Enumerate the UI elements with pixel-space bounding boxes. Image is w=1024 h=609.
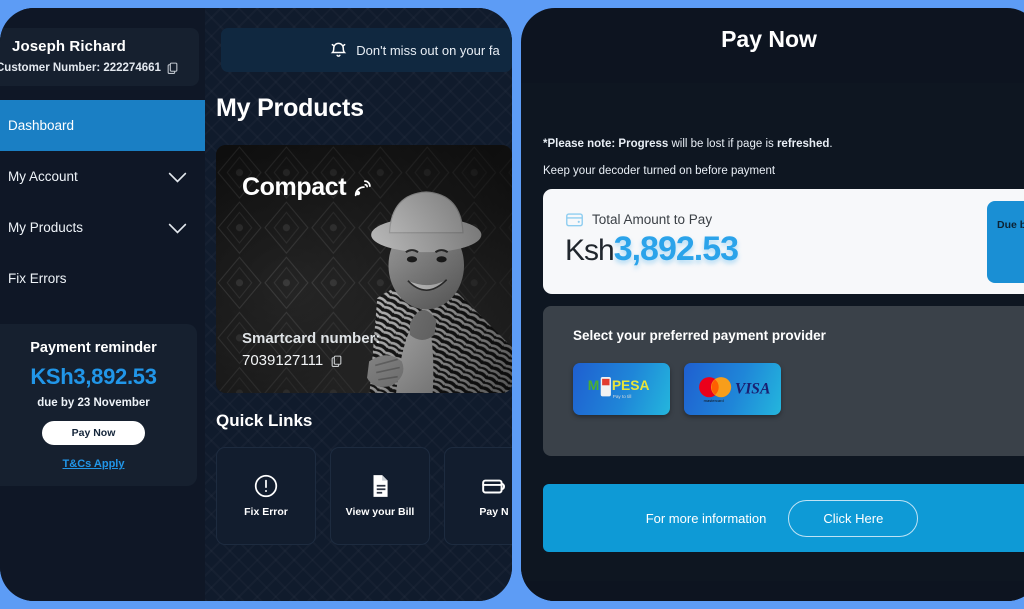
quick-link-fix-error[interactable]: Fix Error — [216, 447, 316, 545]
quick-link-pay-now[interactable]: Pay N — [444, 447, 512, 545]
quick-links-row: Fix Error View your Bill Pay N — [216, 447, 512, 545]
smartcard-label: Smartcard number: — [242, 330, 381, 347]
pay-now-panel: Pay Now *Please note: Progress will be l… — [521, 8, 1024, 601]
total-amount-card: Total Amount to Pay Ksh3,892.53 Due by — [543, 189, 1024, 294]
sidebar-nav: Dashboard My Account My Products Fix Err… — [0, 100, 205, 304]
screen: Joseph Richard Customer Number: 22227466… — [0, 0, 1024, 609]
progress-note: *Please note: Progress will be lost if p… — [543, 138, 1024, 150]
main-content: Don't miss out on your fa My Products Co… — [205, 8, 512, 601]
quick-link-label: Fix Error — [244, 505, 288, 518]
quick-link-label: View your Bill — [345, 505, 415, 518]
sidebar: Joseph Richard Customer Number: 22227466… — [0, 8, 205, 601]
page-title: My Products — [216, 94, 364, 122]
progress-note-bold-1: Progress — [618, 138, 669, 150]
total-amount-label: Total Amount to Pay — [592, 212, 713, 227]
product-footer: Smartcard number: 7039127111 — [242, 330, 380, 369]
progress-note-prefix: *Please note: — [543, 138, 619, 150]
sidebar-item-my-account[interactable]: My Account — [0, 151, 205, 202]
smartcard-number: 7039127111 — [242, 352, 324, 369]
bell-icon — [329, 41, 348, 60]
sidebar-item-label: Fix Errors — [8, 271, 67, 286]
chevron-down-icon — [168, 171, 187, 183]
svg-text:mastercard: mastercard — [703, 398, 723, 403]
customer-number: Customer Number: 222274661 — [0, 62, 161, 74]
quick-links-title: Quick Links — [216, 411, 313, 430]
sidebar-item-label: My Products — [8, 220, 84, 235]
copy-icon[interactable] — [330, 354, 343, 368]
progress-note-suffix: . — [829, 138, 833, 150]
notification-banner[interactable]: Don't miss out on your fa — [221, 28, 512, 72]
product-brand: Compact — [242, 173, 374, 202]
pay-panel-footer — [521, 581, 1024, 601]
payment-reminder-card: Payment reminder KSh3,892.53 due by 23 N… — [0, 324, 197, 486]
svg-text:M: M — [587, 377, 599, 393]
payment-reminder-due: due by 23 November — [37, 397, 150, 409]
payment-reminder-title: Payment reminder — [30, 340, 157, 356]
sidebar-item-label: Dashboard — [8, 118, 75, 133]
sidebar-item-my-products[interactable]: My Products — [0, 202, 205, 253]
payment-reminder-amount: KSh3,892.53 — [30, 364, 157, 389]
document-icon — [367, 473, 393, 499]
provider-option-mpesa[interactable]: M PESA Pay to till — [573, 363, 670, 415]
pay-now-body: *Please note: Progress will be lost if p… — [521, 83, 1024, 601]
progress-note-mid: will be lost if page is — [668, 138, 777, 150]
pay-now-title: Pay Now — [721, 26, 817, 52]
decoder-note: Keep your decoder turned on before payme… — [543, 165, 776, 177]
wallet-icon — [565, 211, 584, 228]
pay-now-button[interactable]: Pay Now — [41, 421, 146, 445]
sidebar-item-label: My Account — [8, 169, 78, 184]
payment-provider-title: Select your preferred payment provider — [573, 328, 826, 343]
mpesa-logo-icon: M PESA Pay to till — [587, 377, 649, 399]
svg-text:PESA: PESA — [611, 377, 649, 393]
product-brand-label: Compact — [242, 173, 347, 201]
more-information-text: For more information — [645, 510, 767, 526]
provider-option-card[interactable]: mastercard VISA — [684, 363, 781, 415]
progress-note-bold-2: refreshed — [776, 138, 830, 150]
currency-code: Ksh — [565, 234, 615, 267]
app-window: Joseph Richard Customer Number: 22227466… — [0, 8, 512, 601]
click-here-button[interactable]: Click Here — [788, 499, 919, 537]
satellite-dish-icon — [352, 177, 374, 199]
notification-text: Don't miss out on your fa — [356, 42, 500, 58]
user-card: Joseph Richard Customer Number: 22227466… — [0, 28, 199, 86]
sidebar-item-dashboard[interactable]: Dashboard — [0, 100, 205, 151]
payment-provider-panel: Select your preferred payment provider M… — [543, 306, 1024, 456]
svg-text:VISA: VISA — [734, 381, 770, 398]
due-by-badge: Due by — [987, 201, 1024, 283]
svg-text:Pay to till: Pay to till — [612, 394, 631, 399]
quick-link-view-bill[interactable]: View your Bill — [330, 447, 430, 545]
amount-number: 3,892.53 — [613, 230, 739, 268]
chevron-down-icon — [168, 222, 187, 234]
alert-circle-icon — [253, 473, 279, 499]
card-icon — [481, 473, 507, 499]
user-name: Joseph Richard — [12, 38, 126, 55]
more-information-bar: For more information Click Here — [543, 484, 1024, 552]
copy-icon[interactable] — [166, 61, 179, 75]
sidebar-item-fix-errors[interactable]: Fix Errors — [0, 253, 205, 304]
total-amount-value: Ksh3,892.53 — [543, 230, 1024, 269]
mastercard-visa-logo-icon: mastercard VISA — [698, 377, 770, 403]
customer-number-row: Customer Number: 222274661 — [0, 61, 189, 75]
terms-link[interactable]: T&Cs Apply — [0, 458, 187, 470]
product-card[interactable]: Compact Smartcard number: 7039127111 — [216, 145, 512, 393]
quick-link-label: Pay N — [479, 505, 509, 518]
